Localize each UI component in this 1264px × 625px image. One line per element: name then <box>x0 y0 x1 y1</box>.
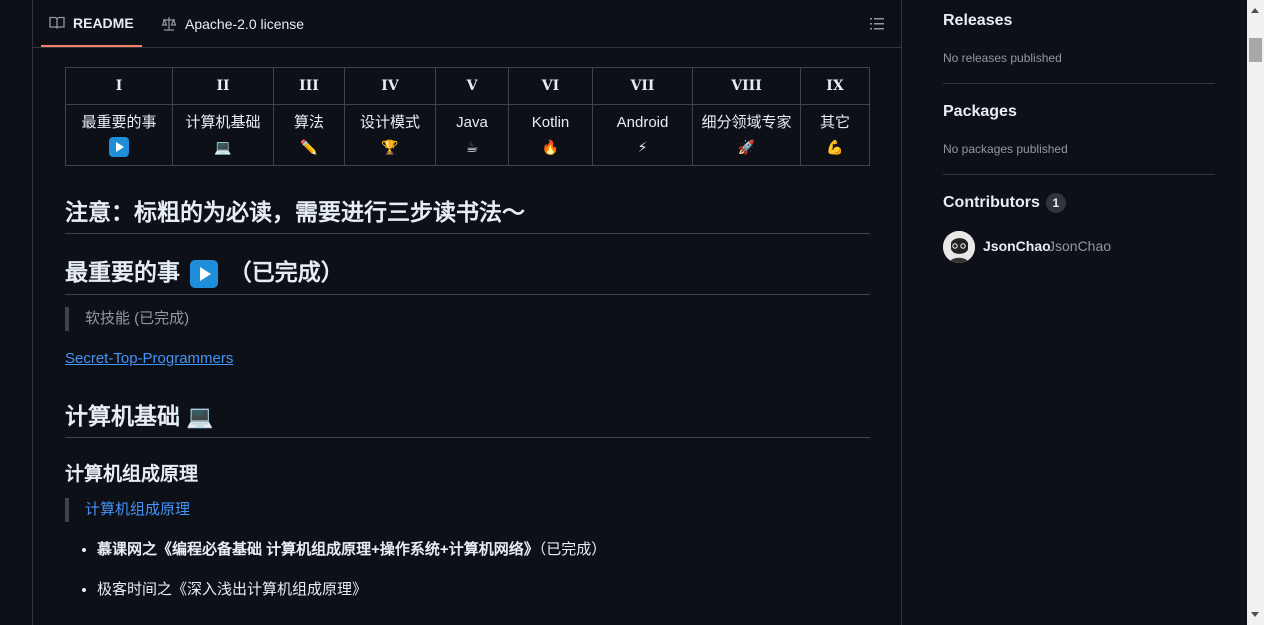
toc-header: VII <box>592 67 693 105</box>
play-button-icon <box>190 259 219 288</box>
muscle-icon: 💪 <box>826 138 844 155</box>
course-list: 慕课网之《编程必备基础 计算机组成原理+操作系统+计算机网络》（已完成） 极客时… <box>65 538 606 618</box>
contributors-title[interactable]: Contributors 1 <box>943 193 1066 213</box>
contributor-login[interactable]: JsonChao <box>1048 238 1111 254</box>
scale-icon <box>161 16 177 31</box>
toc-cell-java[interactable]: Java ☕ <box>435 104 509 166</box>
contributors-title-text: Contributors <box>943 194 1040 212</box>
toc-link[interactable]: 算法 <box>294 114 324 131</box>
secret-top-programmers-link[interactable]: Secret-Top-Programmers <box>65 350 233 367</box>
play-button-icon <box>109 137 129 158</box>
toc-cell-most-important[interactable]: 最重要的事 <box>65 104 173 166</box>
cs-basics-heading-text: 计算机基础 <box>65 403 180 429</box>
page-scrollbar[interactable] <box>1247 0 1264 625</box>
toc-link[interactable]: 最重要的事 <box>81 114 156 131</box>
list-item: 慕课网之《编程必备基础 计算机组成原理+操作系统+计算机网络》（已完成） <box>97 538 606 578</box>
releases-title[interactable]: Releases <box>943 12 1012 30</box>
toc-header: V <box>435 67 509 105</box>
toc-header: IX <box>800 67 870 105</box>
tab-license[interactable]: Apache-2.0 license <box>153 0 312 47</box>
toc-link[interactable]: 计算机基础 <box>185 114 260 131</box>
outline-list-icon[interactable] <box>869 16 885 32</box>
toc-header: VI <box>508 67 593 105</box>
scroll-down-icon[interactable] <box>1251 612 1259 617</box>
packages-title[interactable]: Packages <box>943 103 1017 121</box>
toc-header: VIII <box>692 67 801 105</box>
releases-empty: No releases published <box>943 51 1062 65</box>
laptop-icon: 💻 <box>214 138 232 155</box>
trophy-icon: 🏆 <box>381 138 399 155</box>
most-important-status: （已完成） <box>228 259 344 285</box>
toc-cell-android[interactable]: Android ⚡ <box>592 104 693 166</box>
toc-header: I <box>65 67 173 105</box>
most-important-heading-text: 最重要的事 <box>65 259 180 285</box>
most-important-heading: 最重要的事 （已完成） <box>65 253 870 295</box>
toc-cell-kotlin[interactable]: Kotlin 🔥 <box>508 104 593 166</box>
toc-link[interactable]: 设计模式 <box>360 114 420 131</box>
scroll-thumb[interactable] <box>1249 38 1262 62</box>
divider <box>943 83 1215 84</box>
toc-link[interactable]: Kotlin <box>532 114 570 131</box>
rocket-icon: 🚀 <box>737 138 756 155</box>
list-item: 极客时间之《深入浅出计算机组成原理》 <box>97 578 606 618</box>
toc-link[interactable]: 细分领域专家 <box>701 114 791 131</box>
composition-link[interactable]: 计算机组成原理 <box>85 501 190 518</box>
pencil-icon: ✏️ <box>300 138 318 155</box>
divider <box>943 174 1215 175</box>
tab-license-label: Apache-2.0 license <box>185 15 305 32</box>
list-item-text: 极客时间之《深入浅出计算机组成原理》 <box>97 581 368 598</box>
toc-link[interactable]: Android <box>617 114 669 131</box>
contributors-count: 1 <box>1045 193 1066 213</box>
readme-content: I II III IV V VI VII VIII IX 最重要的事 计算机基础… <box>65 67 871 598</box>
toc-header: IV <box>344 67 436 105</box>
list-item-status: （已完成） <box>538 541 607 558</box>
contributor-name[interactable]: JsonChao <box>983 238 1051 254</box>
toc-table: I II III IV V VI VII VIII IX 最重要的事 计算机基础… <box>65 67 870 166</box>
coffee-icon: ☕ <box>465 138 479 155</box>
toc-link[interactable]: 其它 <box>820 114 850 131</box>
toc-link-row: 最重要的事 计算机基础 💻 算法 ✏️ 设计模式 🏆 Java ☕ Kotlin 🔥 A… <box>65 104 870 166</box>
toc-cell-domain-expert[interactable]: 细分领域专家 🚀 <box>692 104 801 166</box>
cs-basics-heading: 计算机基础 💻 <box>65 397 870 438</box>
tab-readme-label: README <box>73 14 134 31</box>
avatar-image <box>943 231 975 263</box>
readme-panel: README Apache-2.0 license I II III IV V … <box>32 0 902 625</box>
toc-cell-design-patterns[interactable]: 设计模式 🏆 <box>344 104 436 166</box>
toc-header: III <box>273 67 345 105</box>
composition-quote: 计算机组成原理 <box>65 498 190 522</box>
toc-link[interactable]: Java <box>456 114 488 131</box>
tab-readme[interactable]: README <box>41 0 142 47</box>
avatar[interactable] <box>943 231 975 263</box>
scroll-up-icon[interactable] <box>1251 8 1259 13</box>
toc-header-row: I II III IV V VI VII VIII IX <box>65 67 870 105</box>
composition-heading: 计算机组成原理 <box>65 464 199 485</box>
fire-icon: 🔥 <box>541 138 560 155</box>
toc-header: II <box>172 67 274 105</box>
readme-tab-bar: README Apache-2.0 license <box>33 0 901 48</box>
toc-cell-others[interactable]: 其它 💪 <box>800 104 870 166</box>
list-item-bold: 慕课网之《编程必备基础 计算机组成原理+操作系统+计算机网络》 <box>97 541 539 558</box>
soft-skill-quote: 软技能 (已完成) <box>65 307 189 331</box>
toc-cell-cs-basics[interactable]: 计算机基础 💻 <box>172 104 274 166</box>
book-icon <box>49 16 65 29</box>
lightning-icon: ⚡ <box>637 138 648 155</box>
note-heading: 注意：标粗的为必读，需要进行三步读书法～ <box>65 193 870 234</box>
toc-cell-algorithms[interactable]: 算法 ✏️ <box>273 104 345 166</box>
packages-empty: No packages published <box>943 142 1068 156</box>
laptop-icon: 💻 <box>186 404 214 429</box>
